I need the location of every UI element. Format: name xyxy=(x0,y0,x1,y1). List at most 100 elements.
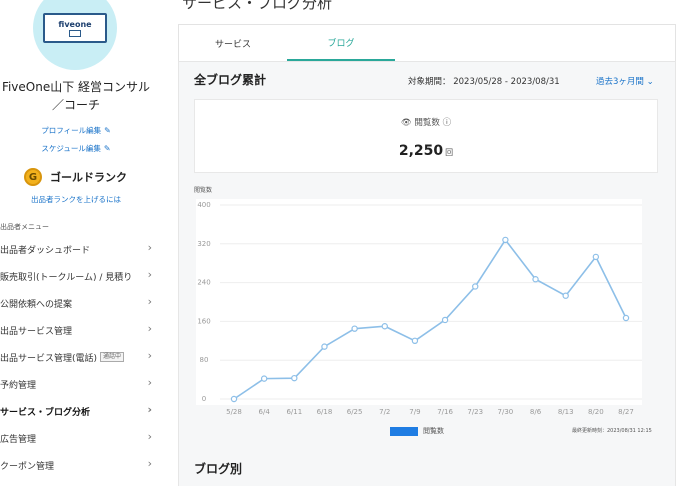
sidebar-item-proposals[interactable]: 公開依頼への提案 › xyxy=(0,294,160,312)
sidebar-item-label: 販売取引(トークルーム) / 見積り xyxy=(0,272,133,283)
chevron-right-icon: › xyxy=(147,295,152,308)
data-point xyxy=(562,292,569,299)
sidebar-item-label: 出品サービス管理 xyxy=(0,326,73,337)
period-dropdown[interactable]: 過去3ヶ月間 ⌄ xyxy=(596,75,654,87)
period-select-label: 過去3ヶ月間 xyxy=(596,77,644,87)
sidebar-item-label: 公開依頼への提案 xyxy=(0,299,73,310)
schedule-edit-label: スケジュール編集 xyxy=(41,144,101,153)
section-title: 全ブログ累計 xyxy=(194,73,267,87)
avatar-monitor-icon: fiveone xyxy=(43,13,107,43)
stat-label: 閲覧数 xyxy=(414,118,440,128)
help-icon[interactable]: ⓘ xyxy=(443,118,452,128)
stat-label-row: 👁 閲覧数 ⓘ xyxy=(195,116,657,128)
chevron-right-icon: › xyxy=(147,322,152,335)
chevron-right-icon: › xyxy=(147,268,152,281)
seller-name: FiveOne山下 経営コンサル ／コーチ xyxy=(0,78,152,114)
schedule-edit-link[interactable]: スケジュール編集 ✎ xyxy=(0,143,152,154)
legend-label: 閲覧数 xyxy=(423,427,444,435)
y-axis-label: 閲覧数 xyxy=(194,186,212,194)
views-line-chart: 閲覧数 0 80 160 240 320 400 5/28 6/4 6/11 6/18 6/25 7/2… xyxy=(194,186,642,416)
x-tick-label: 6/25 xyxy=(347,408,363,416)
sidebar-item-phone-services[interactable]: 出品サービス管理(電話) 通話中 › xyxy=(0,348,160,366)
sidebar-item-label: サービス・ブログ分析 xyxy=(0,407,91,418)
sidebar-item-analytics[interactable]: サービス・ブログ分析 › xyxy=(0,402,160,420)
page-title: サービス・ブログ分析 xyxy=(182,0,333,12)
chevron-right-icon: › xyxy=(147,376,152,389)
x-tick-label: 5/28 xyxy=(226,408,242,416)
data-point xyxy=(351,325,358,332)
sidebar-item-transactions[interactable]: 販売取引(トークルーム) / 見積り › xyxy=(0,267,160,285)
rank-display: G ゴールドランク xyxy=(24,168,127,186)
rank-help-link[interactable]: 出品者ランクを上げるには xyxy=(0,194,152,205)
sidebar-item-label: 予約管理 xyxy=(0,380,37,391)
seller-name-line1: FiveOne山下 経営コンサル xyxy=(1,80,151,94)
data-point xyxy=(532,276,539,283)
chart-legend: 閲覧数 xyxy=(390,426,444,436)
gold-rank-icon: G xyxy=(24,168,42,186)
data-point xyxy=(321,343,328,350)
sidebar-item-dashboard[interactable]: 出品者ダッシュボード › xyxy=(0,240,160,258)
chevron-right-icon: › xyxy=(147,457,152,470)
tab-services[interactable]: サービス xyxy=(179,25,287,61)
profile-edit-link[interactable]: プロフィール編集 ✎ xyxy=(0,125,152,136)
legend-swatch xyxy=(390,426,418,436)
x-tick-label: 7/9 xyxy=(409,408,420,416)
y-tick-label: 400 xyxy=(197,201,210,209)
blog-section-title: ブログ別 xyxy=(194,462,243,476)
tab-blog[interactable]: ブログ xyxy=(287,25,395,61)
tab-bar: サービス ブログ xyxy=(178,24,676,62)
plot-background xyxy=(196,199,642,405)
period-display: 対象期間： 2023/05/28 - 2023/08/31 xyxy=(408,75,560,87)
rank-label: ゴールドランク xyxy=(50,171,127,184)
x-tick-label: 8/20 xyxy=(588,408,604,416)
x-tick-label: 7/23 xyxy=(467,408,483,416)
sidebar-item-reservations[interactable]: 予約管理 › xyxy=(0,375,160,393)
sidebar-item-label: クーポン管理 xyxy=(0,461,55,472)
data-point xyxy=(592,253,600,261)
x-tick-label: 7/2 xyxy=(379,408,390,416)
sidebar-item-label: 広告管理 xyxy=(0,434,37,445)
x-tick-label: 8/13 xyxy=(558,408,574,416)
data-point xyxy=(291,374,298,382)
sidebar-item-coupons[interactable]: クーポン管理 › xyxy=(0,456,160,474)
sidebar-item-services[interactable]: 出品サービス管理 › xyxy=(0,321,160,339)
menu-heading: 出品者メニュー xyxy=(0,223,49,231)
x-tick-label: 6/11 xyxy=(286,408,302,416)
sidebar-item-ads[interactable]: 広告管理 › xyxy=(0,429,160,447)
edit-icon: ✎ xyxy=(104,126,111,135)
period-range: 2023/05/28 - 2023/08/31 xyxy=(453,77,560,87)
y-tick-label: 240 xyxy=(197,279,210,287)
x-tick-label: 8/27 xyxy=(618,408,634,416)
profile-edit-label: プロフィール編集 xyxy=(41,126,102,135)
y-tick-label: 160 xyxy=(197,317,210,325)
stat-value: 2,250 回 xyxy=(195,140,657,159)
sidebar-item-label: 出品者ダッシュボード xyxy=(0,245,91,256)
laptop-icon xyxy=(69,29,81,37)
last-updated: 最終更新時刻：2023/08/31 12:15 xyxy=(572,428,652,434)
x-tick-label: 8/6 xyxy=(530,408,542,416)
data-point xyxy=(472,283,479,290)
eye-icon: 👁 xyxy=(400,118,412,128)
data-point xyxy=(260,375,268,382)
seller-name-line2: ／コーチ xyxy=(51,98,100,112)
chevron-right-icon: › xyxy=(147,241,152,254)
data-point xyxy=(502,236,509,244)
chevron-down-icon: ⌄ xyxy=(646,77,654,87)
x-tick-label: 6/4 xyxy=(259,408,271,416)
x-tick-label: 7/16 xyxy=(437,408,453,416)
data-point xyxy=(230,395,238,403)
sidebar: fiveone FiveOne山下 経営コンサル ／コーチ プロフィール編集 ✎ … xyxy=(0,0,160,486)
edit-icon: ✎ xyxy=(103,144,111,153)
chevron-right-icon: › xyxy=(147,403,152,416)
status-badge: 通話中 xyxy=(100,352,125,362)
y-tick-label: 0 xyxy=(202,395,206,403)
data-point xyxy=(441,316,449,324)
views-stat-card: 👁 閲覧数 ⓘ 2,250 回 xyxy=(194,99,658,173)
avatar[interactable]: fiveone xyxy=(33,0,117,70)
sidebar-item-label: 出品サービス管理(電話) xyxy=(0,353,98,364)
x-tick-label: 6/18 xyxy=(317,408,333,416)
y-tick-label: 320 xyxy=(197,240,210,248)
stat-number: 2,250 xyxy=(398,143,444,159)
chevron-right-icon: › xyxy=(147,349,152,362)
data-point xyxy=(622,314,630,322)
